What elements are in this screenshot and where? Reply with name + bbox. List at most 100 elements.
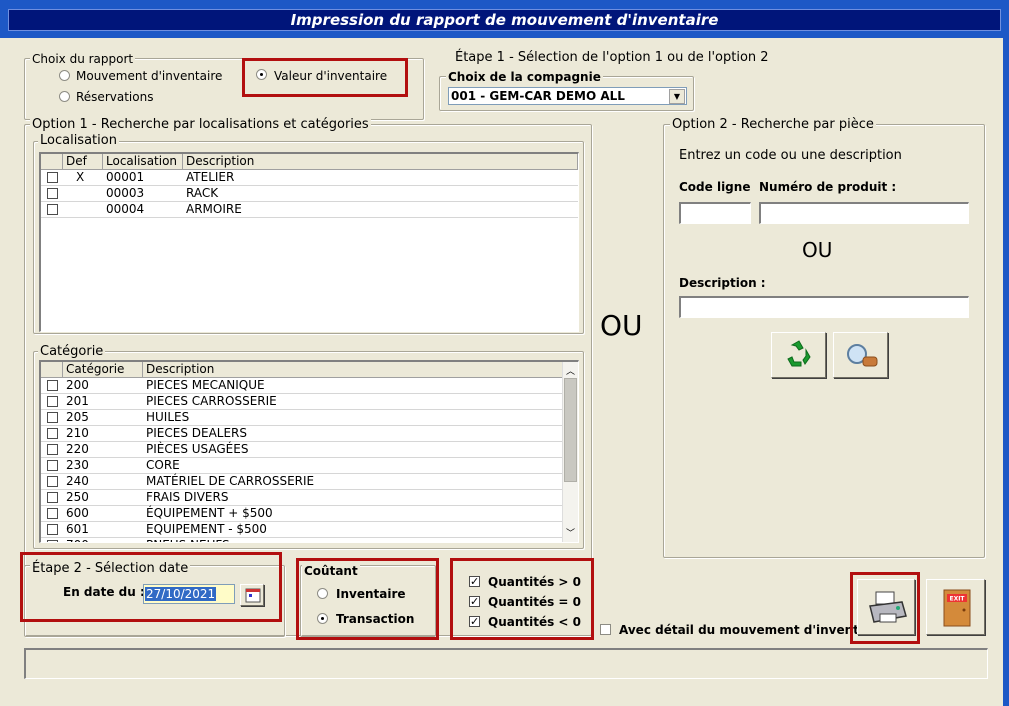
localisation-grid[interactable]: Def Localisation Description X 00001 ATE… bbox=[39, 152, 579, 332]
row-description: PIECES MECANIQUE bbox=[146, 378, 265, 392]
numero-input[interactable] bbox=[759, 202, 969, 224]
row-description: ÉQUIPEMENT + $500 bbox=[146, 506, 273, 520]
row-description: HUILES bbox=[146, 410, 190, 424]
highlight-print bbox=[850, 572, 920, 644]
detail-checkbox[interactable] bbox=[600, 624, 611, 635]
row-description: FRAIS DIVERS bbox=[146, 490, 229, 504]
row-description: RACK bbox=[186, 186, 219, 200]
col-cat-description: Description bbox=[143, 362, 563, 378]
row-description: ATELIER bbox=[186, 170, 235, 184]
client-area: Choix du rapport Mouvement d'inventaire … bbox=[0, 38, 1003, 706]
table-row[interactable]: X 00001 ATELIER bbox=[41, 170, 578, 186]
exit-button[interactable]: EXIT bbox=[926, 579, 985, 635]
row-checkbox[interactable] bbox=[47, 444, 58, 455]
row-checkbox[interactable] bbox=[47, 380, 58, 391]
categorie-label: Catégorie bbox=[38, 344, 106, 359]
categorie-grid[interactable]: Catégorie Description 200 PIECES MECANIQU… bbox=[39, 360, 579, 543]
row-checkbox[interactable] bbox=[47, 524, 58, 535]
localisation-header: Def Localisation Description bbox=[41, 154, 578, 170]
row-description: MATÉRIEL DE CARROSSERIE bbox=[146, 474, 315, 488]
row-code: 230 bbox=[66, 458, 89, 472]
description-label: Description : bbox=[679, 276, 766, 290]
row-code: 200 bbox=[66, 378, 89, 392]
col-categorie: Catégorie bbox=[63, 362, 143, 378]
row-code: 201 bbox=[66, 394, 89, 408]
table-row[interactable]: 00004 ARMOIRE bbox=[41, 202, 578, 218]
radio-reservations[interactable] bbox=[59, 91, 70, 102]
row-description: CORE bbox=[146, 458, 180, 472]
table-row[interactable]: 240 MATÉRIEL DE CARROSSERIE bbox=[41, 474, 563, 490]
row-description: PIÈCES USAGÉES bbox=[146, 442, 249, 456]
row-checkbox[interactable] bbox=[47, 460, 58, 471]
company-label: Choix de la compagnie bbox=[446, 70, 603, 84]
detail-label: Avec détail du mouvement d'inventaire bbox=[619, 623, 886, 637]
row-checkbox[interactable] bbox=[47, 508, 58, 519]
table-row[interactable]: 230 CORE bbox=[41, 458, 563, 474]
col-localisation: Localisation bbox=[103, 154, 183, 170]
window-title: Impression du rapport de mouvement d'inv… bbox=[290, 11, 719, 29]
option2-instruction: Entrez un code ou une description bbox=[679, 148, 902, 163]
radio-reservations-label: Réservations bbox=[76, 90, 154, 104]
row-description: PNEUS NEUFS bbox=[146, 538, 230, 542]
row-checkbox[interactable] bbox=[47, 396, 58, 407]
row-description: ARMOIRE bbox=[186, 202, 242, 216]
table-row[interactable]: 200 PIECES MECANIQUE bbox=[41, 378, 563, 394]
table-row[interactable]: 00003 RACK bbox=[41, 186, 578, 202]
search-button[interactable] bbox=[833, 332, 888, 378]
reset-button[interactable] bbox=[771, 332, 826, 378]
company-combo[interactable]: 001 - GEM-CAR DEMO ALL ▼ bbox=[448, 87, 687, 105]
table-row[interactable]: 250 FRAIS DIVERS bbox=[41, 490, 563, 506]
categorie-scrollbar[interactable]: ︿ ﹀ bbox=[562, 362, 578, 542]
row-def: X bbox=[76, 170, 85, 184]
highlight-coutant bbox=[296, 558, 439, 640]
description-input[interactable] bbox=[679, 296, 969, 318]
code-ligne-input[interactable] bbox=[679, 202, 751, 224]
row-code: 240 bbox=[66, 474, 89, 488]
table-row[interactable]: 201 PIECES CARROSSERIE bbox=[41, 394, 563, 410]
company-value: 001 - GEM-CAR DEMO ALL bbox=[451, 89, 625, 103]
chevron-down-icon[interactable]: ▼ bbox=[669, 89, 685, 104]
table-row[interactable]: 205 HUILES bbox=[41, 410, 563, 426]
search-icon bbox=[847, 344, 878, 367]
highlight-quantites bbox=[450, 558, 594, 640]
scroll-down-icon[interactable]: ﹀ bbox=[566, 526, 575, 539]
row-code: 00003 bbox=[106, 186, 145, 200]
table-row[interactable]: 210 PIECES DEALERS bbox=[41, 426, 563, 442]
col-description: Description bbox=[183, 154, 578, 170]
ou-big: OU bbox=[600, 309, 643, 342]
row-description: EQUIPEMENT - $500 bbox=[146, 522, 267, 536]
option2-label: Option 2 - Recherche par pièce bbox=[670, 117, 876, 132]
radio-mouvement[interactable] bbox=[59, 70, 70, 81]
radio-valeur-label: Valeur d'inventaire bbox=[274, 69, 388, 83]
row-code: 250 bbox=[66, 490, 89, 504]
row-checkbox[interactable] bbox=[47, 492, 58, 503]
row-checkbox[interactable] bbox=[47, 172, 58, 183]
radio-valeur[interactable] bbox=[256, 69, 267, 80]
code-ligne-label: Code ligne bbox=[679, 180, 751, 194]
row-checkbox[interactable] bbox=[47, 540, 58, 542]
row-checkbox[interactable] bbox=[47, 412, 58, 423]
highlight-step2 bbox=[20, 552, 282, 622]
col-def: Def bbox=[63, 154, 103, 170]
window-frame-right bbox=[1003, 38, 1009, 706]
row-code: 00001 bbox=[106, 170, 145, 184]
row-code: 00004 bbox=[106, 202, 145, 216]
table-row[interactable]: 601 EQUIPEMENT - $500 bbox=[41, 522, 563, 538]
table-row[interactable]: 700 PNEUS NEUFS bbox=[41, 538, 563, 542]
row-code: 205 bbox=[66, 410, 89, 424]
table-row[interactable]: 600 ÉQUIPEMENT + $500 bbox=[41, 506, 563, 522]
step1-heading: Étape 1 - Sélection de l'option 1 ou de … bbox=[455, 50, 769, 65]
title-box: Impression du rapport de mouvement d'inv… bbox=[8, 9, 1001, 31]
table-row[interactable]: 220 PIÈCES USAGÉES bbox=[41, 442, 563, 458]
row-checkbox[interactable] bbox=[47, 204, 58, 215]
row-checkbox[interactable] bbox=[47, 476, 58, 487]
title-bar: Impression du rapport de mouvement d'inv… bbox=[0, 0, 1009, 38]
row-code: 601 bbox=[66, 522, 89, 536]
exit-door-icon: EXIT bbox=[943, 589, 971, 627]
report-choice-label: Choix du rapport bbox=[30, 52, 136, 66]
row-checkbox[interactable] bbox=[47, 428, 58, 439]
scroll-thumb[interactable] bbox=[564, 378, 577, 482]
row-checkbox[interactable] bbox=[47, 188, 58, 199]
row-code: 600 bbox=[66, 506, 89, 520]
scroll-up-icon[interactable]: ︿ bbox=[566, 364, 575, 377]
